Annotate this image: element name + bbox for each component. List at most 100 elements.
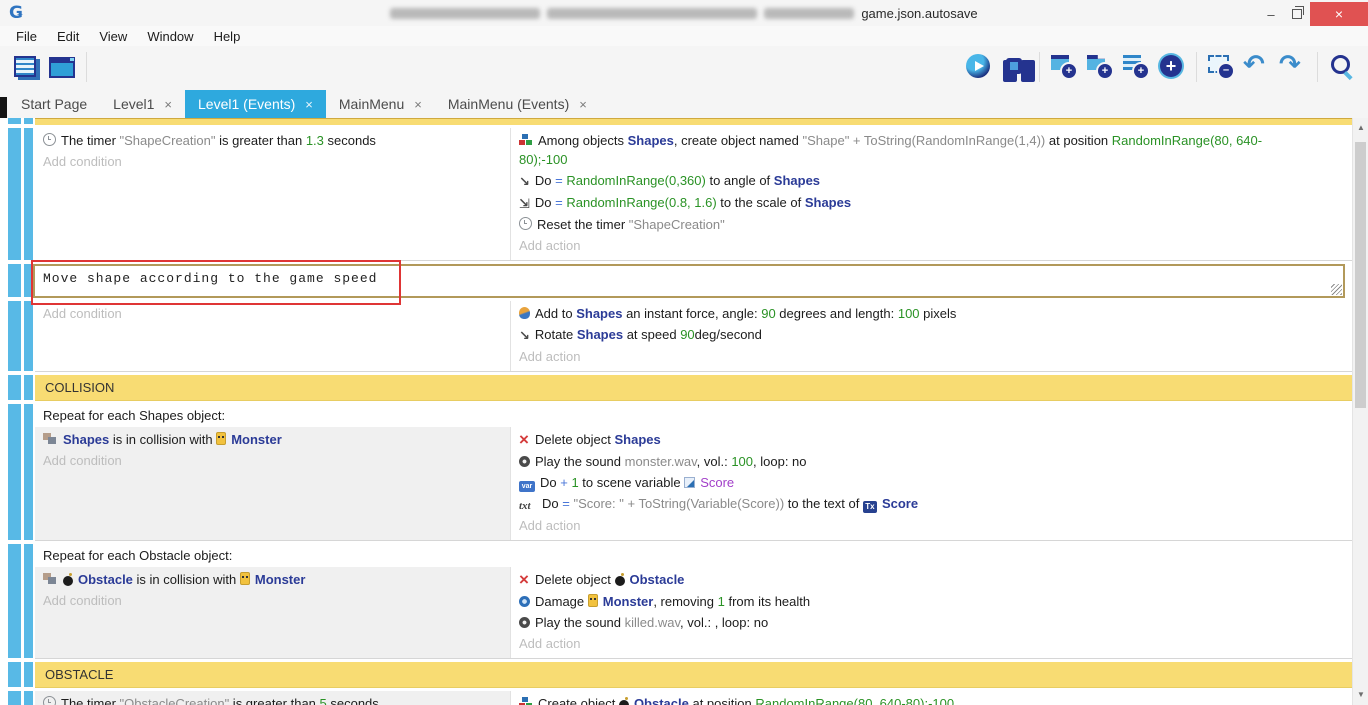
section-header-label[interactable]: OBSTACLE: [35, 662, 1352, 688]
text-segment: to angle of: [706, 173, 774, 188]
action-line[interactable]: Do = "Score: " + ToString(Variable(Score…: [511, 493, 1352, 515]
play-icon[interactable]: [965, 52, 993, 82]
add-condition-link[interactable]: Add condition: [35, 303, 510, 324]
action-line[interactable]: Do + 1 to scene variable Score: [511, 472, 1352, 493]
action-line[interactable]: Delete object Shapes: [511, 429, 1352, 451]
restore-button[interactable]: [1284, 3, 1310, 25]
action-line[interactable]: Rotate Shapes at speed 90deg/second: [511, 324, 1352, 346]
event-gutter-bar[interactable]: [24, 264, 33, 297]
event-gutter-bar[interactable]: [24, 691, 33, 705]
condition-line[interactable]: Shapes is in collision with Monster: [35, 429, 510, 450]
actions-cell[interactable]: Delete object ObstacleDamage Monster, re…: [510, 567, 1352, 658]
event-gutter-bar[interactable]: [8, 662, 21, 687]
menu-item-window[interactable]: Window: [137, 29, 203, 44]
conditions-cell[interactable]: Add condition: [35, 301, 510, 371]
event-gutter-bar[interactable]: [24, 544, 33, 658]
conditions-cell[interactable]: Shapes is in collision with MonsterAdd c…: [35, 427, 510, 540]
conditions-cell[interactable]: Obstacle is in collision with MonsterAdd…: [35, 567, 510, 658]
add-action-link[interactable]: Add action: [511, 633, 1352, 654]
event-foreach-header[interactable]: Repeat for each Shapes object:: [35, 404, 1352, 427]
project-manager-icon[interactable]: [12, 52, 40, 82]
tab-mainmenu-events[interactable]: MainMenu (Events)×: [435, 90, 600, 118]
comment-event: Move shape according to the game speed: [0, 264, 1352, 298]
add-condition-link[interactable]: Add condition: [35, 151, 510, 172]
menu-item-file[interactable]: File: [6, 29, 47, 44]
add-subevent-icon[interactable]: [1086, 52, 1114, 82]
event-gutter-bar[interactable]: [24, 375, 33, 400]
event-gutter-bar[interactable]: [24, 118, 33, 124]
action-line[interactable]: Delete object Obstacle: [511, 569, 1352, 591]
scroll-up-arrow-icon[interactable]: ▲: [1353, 120, 1368, 136]
minimize-button[interactable]: –: [1258, 3, 1284, 25]
vertical-scrollbar[interactable]: ▲ ▼: [1352, 118, 1368, 705]
undo-icon[interactable]: [1243, 52, 1271, 82]
add-action-link[interactable]: Add action: [511, 235, 1352, 256]
event-gutter-bar[interactable]: [8, 301, 21, 371]
condition-line[interactable]: Obstacle is in collision with Monster: [35, 569, 510, 590]
menu-item-help[interactable]: Help: [204, 29, 251, 44]
condition-line[interactable]: The timer "ShapeCreation" is greater tha…: [35, 130, 510, 151]
event-gutter-bar[interactable]: [8, 404, 21, 540]
event-gutter-bar[interactable]: [24, 301, 33, 371]
resize-handle-icon[interactable]: [1331, 284, 1342, 295]
event-columns: Add conditionAdd to Shapes an instant fo…: [35, 301, 1352, 371]
event-gutter-bar[interactable]: [8, 544, 21, 658]
tab-close-icon[interactable]: ×: [164, 97, 172, 112]
toolbar-separator: [86, 52, 87, 82]
tab-level1-events[interactable]: Level1 (Events)×: [185, 90, 326, 118]
actions-cell[interactable]: Add to Shapes an instant force, angle: 9…: [510, 301, 1352, 371]
action-line[interactable]: Damage Monster, removing 1 from its heal…: [511, 591, 1352, 612]
action-line[interactable]: Reset the timer "ShapeCreation": [511, 214, 1352, 235]
add-condition-link[interactable]: Add condition: [35, 590, 510, 611]
scrollbar-thumb[interactable]: [1355, 142, 1366, 408]
add-comment-icon[interactable]: [1122, 52, 1150, 82]
redo-icon[interactable]: [1279, 52, 1307, 82]
add-event-icon[interactable]: [1050, 52, 1078, 82]
text-segment: is in collision with: [133, 572, 240, 587]
action-line[interactable]: Create object Obstacle at position Rando…: [511, 693, 1352, 705]
tab-level1[interactable]: Level1×: [100, 90, 185, 118]
tab-close-icon[interactable]: ×: [414, 97, 422, 112]
conditions-cell[interactable]: The timer "ObstacleCreation" is greater …: [35, 691, 510, 705]
add-condition-link[interactable]: Add condition: [35, 450, 510, 471]
event-gutter-bar[interactable]: [24, 128, 33, 260]
add-action-link[interactable]: Add action: [511, 346, 1352, 367]
text-segment: "Score: " + ToString(Variable(Score)): [573, 496, 784, 511]
actions-cell[interactable]: Create object Obstacle at position Rando…: [510, 691, 1352, 705]
action-line[interactable]: Among objects Shapes, create object name…: [511, 130, 1352, 170]
action-line[interactable]: Play the sound monster.wav, vol.: 100, l…: [511, 451, 1352, 472]
close-button[interactable]: ×: [1310, 2, 1368, 26]
menu-item-view[interactable]: View: [89, 29, 137, 44]
action-line[interactable]: Do = RandomInRange(0,360) to angle of Sh…: [511, 170, 1352, 192]
event-gutter-bar[interactable]: [8, 118, 21, 124]
remove-event-icon[interactable]: [1207, 52, 1235, 82]
text-segment: Play the sound: [535, 454, 625, 469]
event-foreach-header[interactable]: Repeat for each Obstacle object:: [35, 544, 1352, 567]
debug-icon[interactable]: [1001, 52, 1029, 82]
event-gutter-bar[interactable]: [24, 662, 33, 687]
condition-line[interactable]: The timer "ObstacleCreation" is greater …: [35, 693, 510, 705]
event-gutter-bar[interactable]: [8, 264, 21, 297]
event-gutter-bar[interactable]: [8, 375, 21, 400]
scene-editor-icon[interactable]: [48, 52, 76, 82]
event-gutter-bar[interactable]: [8, 691, 21, 705]
tab-start-page[interactable]: Start Page: [8, 90, 100, 118]
add-circle-icon[interactable]: [1158, 52, 1186, 82]
actions-cell[interactable]: Among objects Shapes, create object name…: [510, 128, 1352, 260]
event-gutter-bar[interactable]: [8, 128, 21, 260]
conditions-cell[interactable]: The timer "ShapeCreation" is greater tha…: [35, 128, 510, 260]
section-header-label[interactable]: COLLISION: [35, 375, 1352, 401]
tab-close-icon[interactable]: ×: [579, 97, 587, 112]
action-line[interactable]: Play the sound killed.wav, vol.: , loop:…: [511, 612, 1352, 633]
comment-textarea[interactable]: Move shape according to the game speed: [33, 264, 1345, 298]
scroll-down-arrow-icon[interactable]: ▼: [1353, 687, 1368, 703]
event-gutter-bar[interactable]: [24, 404, 33, 540]
actions-cell[interactable]: Delete object ShapesPlay the sound monst…: [510, 427, 1352, 540]
action-line[interactable]: Do = RandomInRange(0.8, 1.6) to the scal…: [511, 192, 1352, 214]
tab-mainmenu[interactable]: MainMenu×: [326, 90, 435, 118]
action-line[interactable]: Add to Shapes an instant force, angle: 9…: [511, 303, 1352, 324]
menu-item-edit[interactable]: Edit: [47, 29, 89, 44]
search-icon[interactable]: [1328, 52, 1356, 82]
tab-close-icon[interactable]: ×: [305, 97, 313, 112]
add-action-link[interactable]: Add action: [511, 515, 1352, 536]
